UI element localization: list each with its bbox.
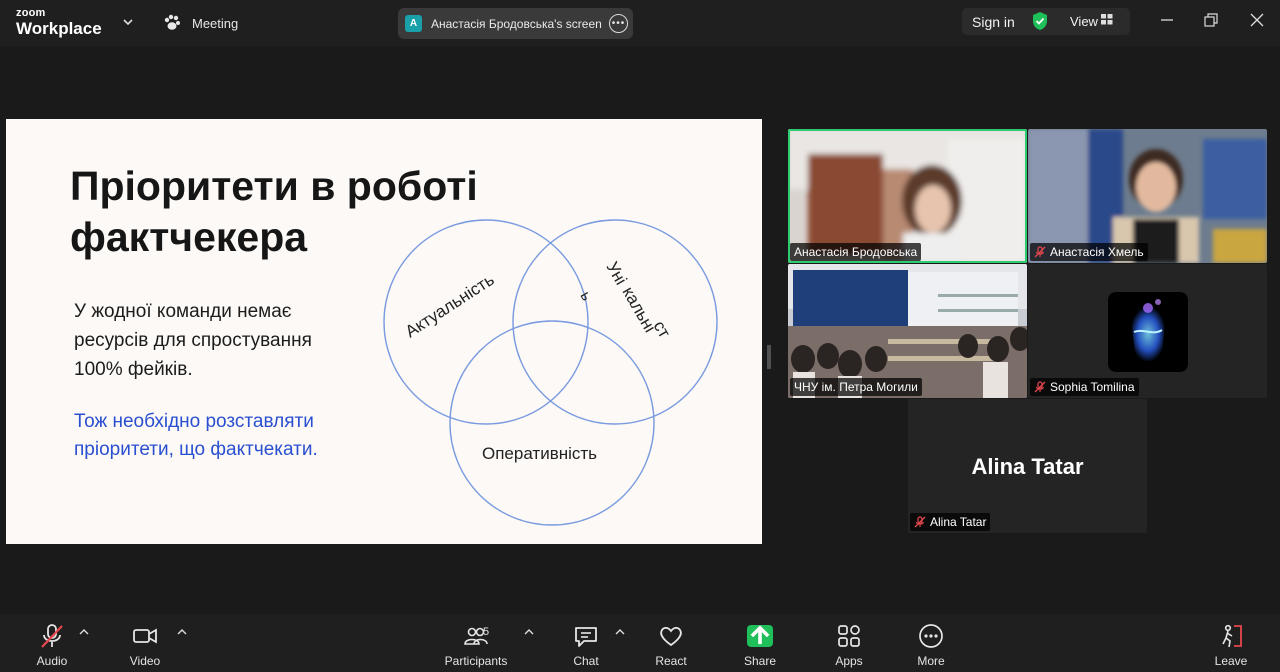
- sign-in-button[interactable]: Sign in: [972, 14, 1015, 30]
- view-button[interactable]: View: [1070, 14, 1098, 29]
- glass-avatar-icon: [1130, 299, 1166, 362]
- presenter-avatar: A: [405, 15, 422, 32]
- participants-count: 5: [483, 626, 490, 638]
- participant-name: ЧНУ ім. Петра Могили: [794, 380, 918, 394]
- more-dots-icon: [919, 624, 943, 648]
- grid-view-icon[interactable]: [1101, 14, 1113, 25]
- audio-options-chevron-icon[interactable]: [79, 628, 89, 636]
- more-label: More: [917, 654, 945, 668]
- chat-options-chevron-icon[interactable]: [615, 628, 625, 636]
- leave-label: Leave: [1214, 654, 1248, 668]
- more-button[interactable]: More: [896, 622, 966, 668]
- video-tile-4[interactable]: Sophia Tomilina: [1028, 264, 1267, 398]
- participant-name: Анастасія Бродовська: [794, 245, 918, 259]
- restore-icon[interactable]: [1203, 12, 1219, 28]
- logo-line1: zoom: [16, 7, 46, 19]
- leave-door-icon: [1222, 624, 1242, 648]
- participant-display-name: Alina Tatar: [971, 454, 1084, 479]
- video-tile-1[interactable]: Анастасія Бродовська: [788, 129, 1027, 263]
- muted-mic-icon: [914, 516, 926, 528]
- venn-label-uniqueness-1: Уні: [603, 259, 631, 289]
- participant-name-label: Анастасія Хмель: [1030, 243, 1148, 261]
- leave-button[interactable]: Leave: [1196, 622, 1266, 668]
- video-button[interactable]: Video: [110, 622, 180, 668]
- top-bar: zoom Workplace Meeting A Анастасія Бродо…: [0, 0, 1280, 46]
- chevron-down-icon[interactable]: [120, 14, 136, 30]
- venn-diagram: Актуальність Уні кальні ст ь Оперативніс…: [383, 219, 718, 526]
- video-tile-2[interactable]: Анастасія Хмель: [1028, 129, 1267, 263]
- paw-icon: [164, 14, 180, 30]
- share-icon: [747, 625, 773, 647]
- zoom-meeting-window: zoom Workplace Meeting A Анастасія Бродо…: [0, 0, 1280, 672]
- share-label: Share: [743, 654, 777, 668]
- participant-name-label: Анастасія Бродовська: [790, 243, 922, 261]
- apps-button[interactable]: Apps: [814, 622, 884, 668]
- audio-button[interactable]: Audio: [17, 622, 87, 668]
- screen-share-label: Анастасія Бродовська's screen: [431, 16, 602, 31]
- screen-share-pill[interactable]: A Анастасія Бродовська's screen •••: [398, 8, 633, 39]
- logo-line2: Workplace: [16, 19, 102, 38]
- video-label: Video: [129, 654, 161, 668]
- participant-avatar-image: [1108, 292, 1188, 372]
- react-button[interactable]: React: [636, 622, 706, 668]
- minimize-icon[interactable]: [1159, 12, 1175, 28]
- react-label: React: [655, 654, 687, 668]
- venn-label-relevance: Актуальність: [402, 270, 498, 341]
- muted-microphone-icon: [41, 624, 63, 648]
- zoom-workplace-logo: zoom Workplace: [16, 7, 102, 38]
- participant-name: Анастасія Хмель: [1050, 245, 1144, 259]
- close-icon[interactable]: [1249, 12, 1265, 28]
- participants-label: Participants: [444, 654, 508, 668]
- chat-bubble-icon: [575, 627, 597, 647]
- panel-resize-handle[interactable]: [767, 345, 771, 369]
- muted-mic-icon: [1034, 381, 1046, 393]
- video-tile-5[interactable]: Alina Tatar Alina Tatar: [908, 399, 1147, 533]
- meeting-controls-toolbar: Audio Video 5 Participants Chat React Sh…: [0, 614, 1280, 672]
- apps-label: Apps: [835, 654, 863, 668]
- video-tile-3[interactable]: ЧНУ ім. Петра Могили: [788, 264, 1027, 398]
- encryption-shield-icon[interactable]: [1031, 11, 1049, 31]
- participant-name-label: ЧНУ ім. Петра Могили: [790, 378, 922, 396]
- meeting-info-button[interactable]: Meeting: [162, 12, 238, 34]
- more-options-icon[interactable]: •••: [609, 14, 628, 33]
- participant-name: Alina Tatar: [930, 515, 987, 529]
- share-button[interactable]: Share: [725, 622, 795, 668]
- participants-options-chevron-icon[interactable]: [524, 628, 534, 636]
- video-camera-icon: [133, 628, 157, 644]
- participant-name: Sophia Tomilina: [1050, 380, 1135, 394]
- apps-icon: [838, 625, 860, 647]
- participant-name-label: Sophia Tomilina: [1030, 378, 1139, 396]
- heart-icon: [660, 626, 682, 647]
- participants-button[interactable]: 5 Participants: [441, 622, 511, 668]
- chat-button[interactable]: Chat: [551, 622, 621, 668]
- participant-name-label: Alina Tatar: [910, 513, 991, 531]
- video-options-chevron-icon[interactable]: [177, 628, 187, 636]
- share-arrow-icon: [750, 625, 770, 645]
- shared-screen-slide: Пріоритети в роботі фактчекера У жодної …: [6, 119, 762, 544]
- chat-label: Chat: [573, 654, 599, 668]
- meeting-label: Meeting: [192, 15, 239, 31]
- audio-label: Audio: [36, 654, 68, 668]
- venn-label-speed: Оперативність: [482, 444, 597, 463]
- muted-mic-icon: [1034, 246, 1046, 258]
